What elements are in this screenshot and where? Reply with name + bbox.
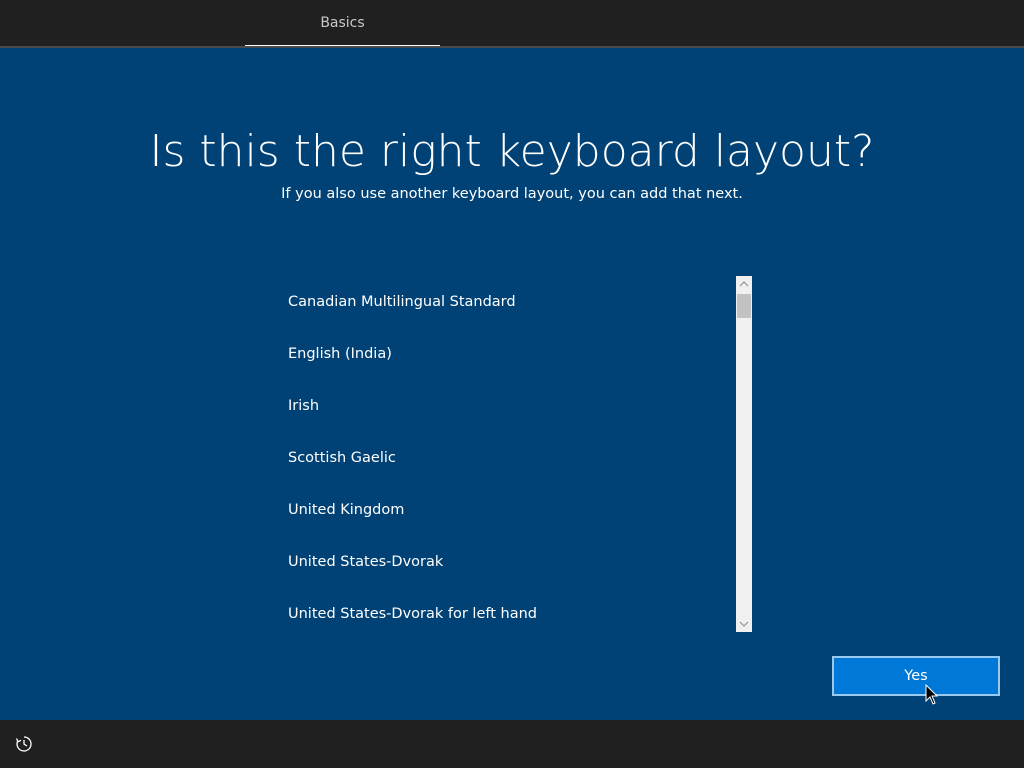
list-item[interactable]: Canadian Multilingual Standard xyxy=(272,276,734,328)
list-item-label: English (India) xyxy=(288,346,392,362)
accessibility-icon[interactable] xyxy=(14,734,34,754)
list-scrollbar[interactable] xyxy=(736,276,752,632)
list-item-label: Scottish Gaelic xyxy=(288,450,396,466)
list-item-label: United States-Dvorak for left hand xyxy=(288,606,537,622)
tab-basics: Basics xyxy=(245,0,440,46)
scroll-down-arrow-icon[interactable] xyxy=(736,616,752,632)
page-subtitle: If you also use another keyboard layout,… xyxy=(281,186,743,202)
list-item[interactable]: English (India) xyxy=(272,328,734,380)
page-title: Is this the right keyboard layout? xyxy=(149,126,875,177)
scroll-up-arrow-icon[interactable] xyxy=(736,276,752,292)
list-item-label: United Kingdom xyxy=(288,502,405,518)
list-item-label: Canadian Multilingual Standard xyxy=(288,294,516,310)
list-item[interactable]: United States-Dvorak xyxy=(272,536,734,588)
tab-basics-label: Basics xyxy=(320,15,365,31)
list-item[interactable]: United Kingdom xyxy=(272,484,734,536)
bottom-bar xyxy=(0,720,1024,768)
list-item[interactable]: Scottish Gaelic xyxy=(272,432,734,484)
keyboard-layout-listbox[interactable]: Canadian Multilingual Standard English (… xyxy=(272,276,752,632)
top-bar-divider xyxy=(0,46,1024,48)
top-bar: Basics xyxy=(0,0,1024,48)
mouse-pointer-icon xyxy=(925,683,939,706)
list-item-label: Irish xyxy=(288,398,320,414)
list-item-label: United States-Dvorak xyxy=(288,554,444,570)
list-item[interactable]: United States-Dvorak for left hand xyxy=(272,588,734,632)
yes-button[interactable]: Yes xyxy=(832,656,1000,696)
keyboard-layout-list: Canadian Multilingual Standard English (… xyxy=(272,276,734,632)
scroll-thumb[interactable] xyxy=(737,294,751,318)
list-item[interactable]: Irish xyxy=(272,380,734,432)
